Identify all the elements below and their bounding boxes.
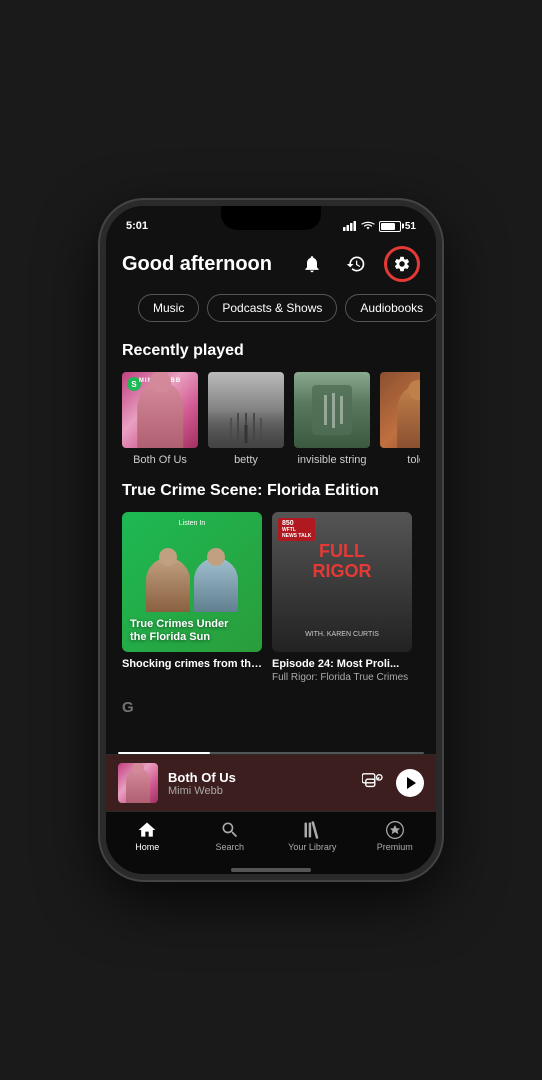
recent-label-betty: betty [208,454,284,466]
betty-figures [245,425,248,443]
podcast-art-florida-sun: Listen In True Crimes Underthe Florida S… [122,512,262,652]
recent-item-betty[interactable]: betty [208,372,284,466]
notch [221,206,321,230]
greeting-text: Good afternoon [122,253,272,276]
podcast-person-2 [194,558,238,612]
phone-frame: 5:01 51 [100,200,442,880]
settings-button[interactable] [384,246,420,282]
battery-fill [381,223,395,230]
recently-played-grid[interactable]: S MIMI WEBB Both Of Us betty [122,372,420,466]
album-art-toler [380,372,420,448]
now-playing-album-person [126,769,150,803]
now-playing-bar[interactable]: Both Of Us Mimi Webb [106,752,436,811]
podcast-art-full-rigor: 850 WFTL NEWS TALK FULLRIGOR WITH. KAREN… [272,512,412,652]
time-display: 5:01 [126,220,148,232]
recent-label-toler: toler [380,454,420,466]
nav-home[interactable]: Home [122,820,172,852]
podcast-grid[interactable]: Listen In True Crimes Underthe Florida S… [122,512,420,683]
history-button[interactable] [340,248,372,280]
recent-item-invisible-string[interactable]: invisible string [294,372,370,466]
podcast-people [122,558,262,612]
podcast-section: True Crime Scene: Florida Edition Listen… [106,482,436,699]
signal-icon [343,221,357,231]
nav-library[interactable]: Your Library [287,820,337,852]
recent-item-both-of-us[interactable]: S MIMI WEBB Both Of Us [122,372,198,466]
album-art-betty [208,372,284,448]
filter-tab-audiobooks[interactable]: Audiobooks [345,294,436,322]
album-art-both-of-us: S MIMI WEBB [122,372,198,448]
filter-tab-music[interactable]: Music [138,294,199,322]
recent-item-toler[interactable]: toler [380,372,420,466]
connect-devices-button[interactable] [362,772,384,795]
nav-premium[interactable]: Premium [370,820,420,852]
full-rigor-text: FULLRIGOR [272,542,412,582]
bell-button[interactable] [296,248,328,280]
podcast-item-florida-sun[interactable]: Listen In True Crimes Underthe Florida S… [122,512,262,683]
play-pause-button[interactable] [396,769,424,797]
recent-label-invisible-string: invisible string [294,454,370,466]
album-art-person [137,383,183,448]
now-playing-controls [362,769,424,797]
home-indicator-bar [231,868,311,872]
full-rigor-sub: WITH. KAREN CURTIS [272,631,412,638]
podcast-ep-title-full-rigor: Episode 24: Most Proli... [272,658,412,670]
now-playing-info: Both Of Us Mimi Webb [168,770,352,797]
nav-premium-label: Premium [377,842,413,852]
podcast-person-1 [146,558,190,612]
partial-section-label: G [106,699,436,724]
now-playing-title: Both Of Us [168,770,352,785]
home-icon [137,820,157,840]
album-art-invisible-string [294,372,370,448]
bottom-nav: Home Search Your Library [106,811,436,864]
status-icons: 51 [343,221,416,232]
recently-played-section: Recently played S MIMI WEBB Both Of Us [106,342,436,482]
filter-tab-podcasts[interactable]: Podcasts & Shows [207,294,337,322]
screen: 5:01 51 [106,206,436,874]
library-icon [302,820,322,840]
nav-search[interactable]: Search [205,820,255,852]
podcast-art-florida-text: True Crimes Underthe Florida Sun [130,618,254,644]
filter-tabs: Music Podcasts & Shows Audiobooks [122,294,420,334]
wifi-icon [361,221,375,231]
nav-library-label: Your Library [288,842,336,852]
nav-search-label: Search [215,842,244,852]
podcast-section-title: True Crime Scene: Florida Edition [122,482,420,500]
now-playing-artist: Mimi Webb [168,785,352,797]
home-indicator [106,864,436,874]
nav-home-label: Home [135,842,159,852]
content-area[interactable]: Good afternoon [106,236,436,752]
podcast-ep-title-florida: Shocking crimes from the Sunshine State,… [122,658,262,670]
header: Good afternoon [106,236,436,342]
search-icon [220,820,240,840]
battery-percentage: 51 [405,221,416,232]
now-playing-album-art [118,763,158,803]
podcast-item-full-rigor[interactable]: 850 WFTL NEWS TALK FULLRIGOR WITH. KAREN… [272,512,412,683]
premium-icon [385,820,405,840]
radio-badge: 850 WFTL NEWS TALK [278,518,315,541]
header-top: Good afternoon [122,246,420,282]
recent-label-both-of-us: Both Of Us [122,454,198,466]
header-icons [296,246,420,282]
podcast-ep-sub-full-rigor: Full Rigor: Florida True Crimes [272,672,412,683]
battery-icon [379,221,401,232]
recently-played-title: Recently played [122,342,420,360]
now-playing-content: Both Of Us Mimi Webb [106,754,436,811]
